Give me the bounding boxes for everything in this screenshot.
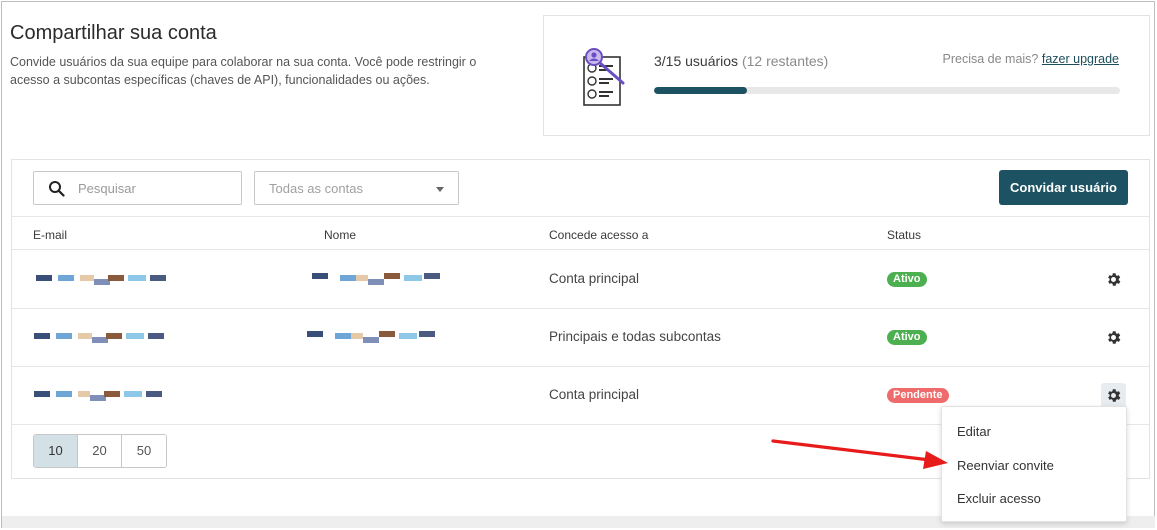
row-actions-menu: Editar Reenviar convite Excluir acesso <box>941 406 1127 522</box>
status-badge: Ativo <box>887 330 927 345</box>
menu-item-delete-access[interactable]: Excluir acesso <box>957 491 1041 506</box>
redacted-name <box>307 331 453 343</box>
redacted-email <box>34 391 180 401</box>
search-box <box>33 171 242 205</box>
redacted-email <box>34 333 180 343</box>
upgrade-prompt: Precisa de mais? fazer upgrade <box>943 52 1120 66</box>
access-cell: Principais e todas subcontas <box>549 329 721 344</box>
menu-item-resend-invite[interactable]: Reenviar convite <box>957 458 1054 473</box>
accounts-filter-select[interactable]: Todas as contas <box>254 171 459 205</box>
usage-progress-bar <box>654 87 1120 94</box>
status-badge: Ativo <box>887 272 927 287</box>
annotation-arrow-icon <box>771 439 948 469</box>
table-row: Principais e todas subcontas Ativo <box>12 309 1149 367</box>
redacted-name <box>312 273 458 285</box>
usage-count: 3/15 usuários (12 restantes) <box>654 53 828 69</box>
page-title: Compartilhar sua conta <box>10 22 217 44</box>
row-settings-button[interactable] <box>1101 267 1126 292</box>
chevron-down-icon <box>436 187 444 192</box>
column-header-access: Concede acesso a <box>549 228 649 242</box>
usage-count-text: 3/15 usuários <box>654 53 739 69</box>
page-size-10-button[interactable]: 10 <box>34 435 78 467</box>
page-size-20-button[interactable]: 20 <box>78 435 122 467</box>
search-icon <box>49 181 65 197</box>
need-more-label: Precisa de mais? <box>942 52 1039 66</box>
gear-icon <box>1108 273 1121 286</box>
column-header-name: Nome <box>324 228 357 242</box>
page-size-50-button[interactable]: 50 <box>122 435 166 467</box>
status-badge: Pendente <box>887 388 949 403</box>
user-list-icon <box>583 48 625 106</box>
column-header-email: E-mail <box>33 228 68 242</box>
page-size-selector: 10 20 50 <box>33 434 167 468</box>
usage-card: 3/15 usuários (12 restantes) Precisa de … <box>543 15 1150 136</box>
row-settings-button[interactable] <box>1101 325 1126 350</box>
menu-item-edit[interactable]: Editar <box>957 424 991 439</box>
gear-icon <box>1108 389 1121 402</box>
row-settings-button[interactable] <box>1101 383 1126 408</box>
gear-icon <box>1108 331 1121 344</box>
invite-user-button[interactable]: Convidar usuário <box>999 170 1128 205</box>
page-description: Convide usuários da sua equipe para cola… <box>10 55 477 87</box>
access-cell: Conta principal <box>549 271 640 286</box>
table-header: E-mail Nome Concede acesso a Status <box>12 216 1149 250</box>
search-input[interactable] <box>78 172 238 204</box>
table-row: Conta principal Ativo <box>12 251 1149 309</box>
access-cell: Conta principal <box>549 387 640 402</box>
usage-progress-fill <box>654 87 748 94</box>
usage-remaining: (12 restantes) <box>741 53 829 69</box>
accounts-filter-value: Todas as contas <box>269 181 363 196</box>
column-header-status: Status <box>887 228 922 242</box>
upgrade-link[interactable]: fazer upgrade <box>1042 52 1119 66</box>
redacted-email <box>36 275 182 285</box>
